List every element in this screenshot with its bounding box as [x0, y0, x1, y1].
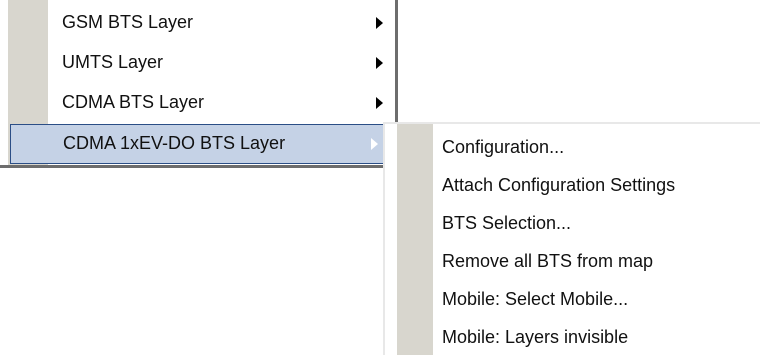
menu-item-umts-layer[interactable]: UMTS Layer — [48, 44, 393, 84]
submenu-item-bts-selection[interactable]: BTS Selection... — [433, 204, 753, 242]
menu-item-cdma-bts-layer[interactable]: CDMA BTS Layer — [48, 84, 393, 124]
submenu-arrow-icon — [376, 57, 383, 69]
submenu-icon-gutter — [397, 124, 433, 355]
screen: GSM BTS Layer UMTS Layer CDMA BTS Layer … — [0, 0, 763, 355]
submenu-arrow-icon — [376, 17, 383, 29]
submenu-item-label: BTS Selection... — [442, 213, 572, 233]
submenu-arrow-icon — [376, 97, 383, 109]
submenu: Configuration... Attach Configuration Se… — [383, 122, 760, 355]
submenu-item-attach-configuration-settings[interactable]: Attach Configuration Settings — [433, 166, 753, 204]
menu-item-label: CDMA BTS Layer — [62, 92, 205, 112]
menu-item-gsm-bts-layer[interactable]: GSM BTS Layer — [48, 4, 393, 44]
submenu-item-label: Mobile: Select Mobile... — [442, 289, 629, 309]
submenu-item-layers-invisible[interactable]: Mobile: Layers invisible — [433, 318, 753, 355]
menu-item-label: GSM BTS Layer — [62, 12, 194, 32]
submenu-item-label: Mobile: Layers invisible — [442, 327, 629, 347]
menu-item-cdma-1xev-do-bts-layer[interactable]: CDMA 1xEV-DO BTS Layer — [10, 124, 393, 164]
submenu-item-select-mobile[interactable]: Mobile: Select Mobile... — [433, 280, 753, 318]
submenu-item-remove-all-bts[interactable]: Remove all BTS from map — [433, 242, 753, 280]
menu-item-label: CDMA 1xEV-DO BTS Layer — [63, 133, 286, 153]
context-menu: GSM BTS Layer UMTS Layer CDMA BTS Layer … — [0, 0, 398, 168]
submenu-arrow-icon — [371, 138, 378, 150]
submenu-item-label: Attach Configuration Settings — [442, 175, 676, 195]
menu-item-label: UMTS Layer — [62, 52, 164, 72]
submenu-item-label: Remove all BTS from map — [442, 251, 654, 271]
submenu-item-configuration[interactable]: Configuration... — [433, 128, 753, 166]
submenu-item-label: Configuration... — [442, 137, 565, 157]
